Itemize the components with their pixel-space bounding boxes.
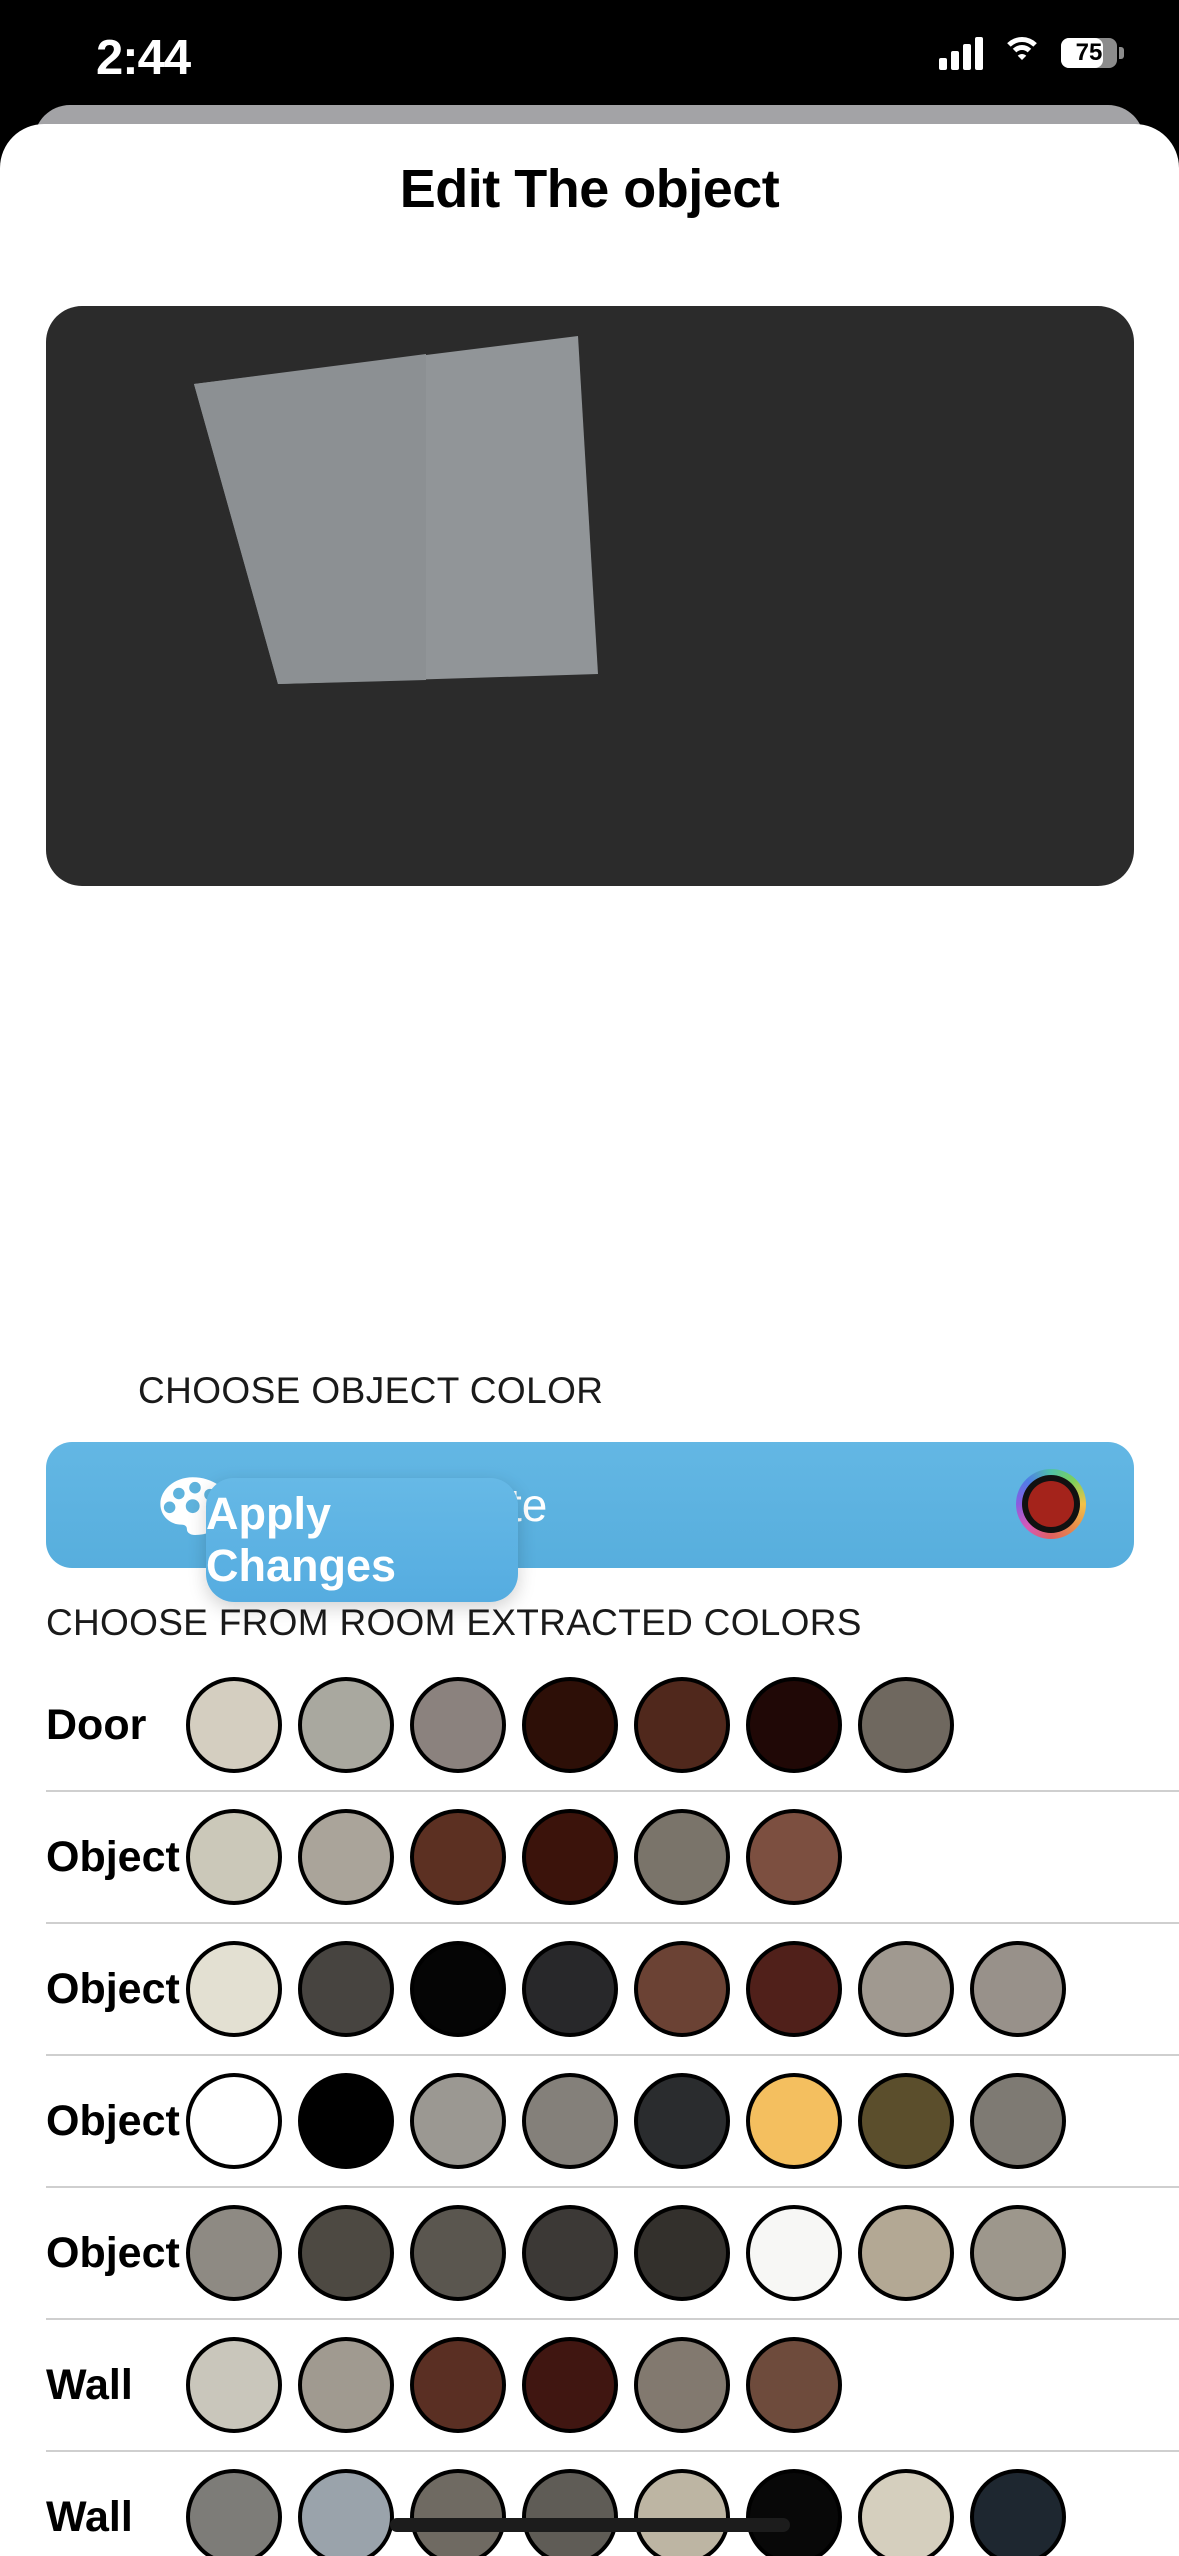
object-shape	[194, 336, 598, 684]
color-swatch[interactable]	[634, 2469, 730, 2556]
color-row-label: Wall	[46, 2492, 133, 2541]
color-swatch[interactable]	[410, 2469, 506, 2556]
color-swatch[interactable]	[522, 1809, 618, 1905]
selected-color-swatch	[1028, 1481, 1074, 1527]
color-swatch[interactable]	[410, 1941, 506, 2037]
status-bar-time: 2:44	[96, 31, 191, 85]
color-swatch[interactable]	[634, 2073, 730, 2169]
page-title: Edit The object	[399, 159, 780, 219]
color-swatch[interactable]	[186, 2205, 282, 2301]
color-swatch[interactable]	[298, 1677, 394, 1773]
color-swatch[interactable]	[634, 1677, 730, 1773]
color-swatch[interactable]	[858, 1941, 954, 2037]
home-indicator[interactable]	[390, 2518, 790, 2532]
color-swatch[interactable]	[746, 2073, 842, 2169]
status-bar: 2:44 75	[0, 0, 1179, 112]
color-swatch[interactable]	[298, 2337, 394, 2433]
color-swatch-list	[186, 1941, 1066, 2037]
color-row: Door	[46, 1660, 1179, 1792]
color-swatch[interactable]	[634, 1941, 730, 2037]
color-swatch-list	[186, 2073, 1066, 2169]
color-swatch[interactable]	[746, 2469, 842, 2556]
color-swatch[interactable]	[858, 2205, 954, 2301]
color-swatch[interactable]	[410, 2073, 506, 2169]
color-row: Object	[46, 1924, 1179, 2056]
battery-icon: 75	[1061, 38, 1124, 68]
color-wheel-ring	[1022, 1475, 1080, 1533]
color-swatch[interactable]	[410, 1809, 506, 1905]
color-swatch[interactable]	[186, 1941, 282, 2037]
color-swatch[interactable]	[970, 2073, 1066, 2169]
color-swatch[interactable]	[858, 2073, 954, 2169]
color-row-label: Object	[46, 1964, 180, 2013]
color-swatch-list	[186, 2469, 1066, 2556]
color-row-label: Wall	[46, 2360, 133, 2409]
color-row-label: Object	[46, 2228, 180, 2277]
color-swatch[interactable]	[298, 1809, 394, 1905]
extracted-color-rows: Door Object Object Object Object Wall Wall	[0, 1660, 1179, 2556]
choose-object-color-heading: CHOOSE OBJECT COLOR	[138, 1370, 604, 1411]
color-wheel-icon[interactable]	[1016, 1469, 1086, 1539]
color-swatch[interactable]	[522, 1941, 618, 2037]
color-swatch[interactable]	[522, 2337, 618, 2433]
wifi-icon	[1001, 37, 1043, 69]
color-swatch[interactable]	[746, 1809, 842, 1905]
color-swatch[interactable]	[522, 2469, 618, 2556]
color-swatch[interactable]	[746, 1677, 842, 1773]
status-bar-indicators: 75	[939, 36, 1124, 70]
color-row-label: Object	[46, 2096, 180, 2145]
color-swatch[interactable]	[858, 1677, 954, 1773]
apply-changes-button[interactable]: Apply Changes	[206, 1478, 518, 1602]
color-swatch[interactable]	[298, 1941, 394, 2037]
color-row-label: Door	[46, 1700, 147, 1749]
color-swatch[interactable]	[634, 1809, 730, 1905]
color-swatch[interactable]	[410, 2205, 506, 2301]
color-swatch[interactable]	[410, 1677, 506, 1773]
extracted-colors-heading: CHOOSE FROM ROOM EXTRACTED COLORS	[46, 1602, 862, 1643]
color-swatch[interactable]	[970, 2205, 1066, 2301]
color-swatch-list	[186, 1809, 842, 1905]
edit-object-sheet: Edit The object Scale Colors Textures _3…	[0, 124, 1179, 2556]
color-swatch[interactable]	[186, 1677, 282, 1773]
color-swatch-list	[186, 2337, 842, 2433]
color-swatch[interactable]	[186, 2337, 282, 2433]
color-swatch[interactable]	[186, 2469, 282, 2556]
color-swatch[interactable]	[746, 1941, 842, 2037]
color-swatch[interactable]	[746, 2337, 842, 2433]
color-swatch[interactable]	[970, 1941, 1066, 2037]
color-swatch[interactable]	[634, 2337, 730, 2433]
color-swatch[interactable]	[634, 2205, 730, 2301]
color-swatch[interactable]	[298, 2205, 394, 2301]
color-swatch[interactable]	[522, 2073, 618, 2169]
color-swatch-list	[186, 1677, 954, 1773]
color-row: Wall	[46, 2452, 1179, 2556]
color-swatch[interactable]	[186, 2073, 282, 2169]
color-swatch[interactable]	[522, 1677, 618, 1773]
color-swatch[interactable]	[186, 1809, 282, 1905]
color-swatch-list	[186, 2205, 1066, 2301]
color-row: Wall	[46, 2320, 1179, 2452]
color-swatch[interactable]	[970, 2469, 1066, 2556]
cellular-bars-icon	[939, 36, 983, 70]
battery-percent-label: 75	[1075, 39, 1103, 66]
color-swatch[interactable]	[522, 2205, 618, 2301]
color-row: Object	[46, 2056, 1179, 2188]
color-swatch[interactable]	[298, 2469, 394, 2556]
phone-screen: 2:44 75 Edit The object Scale Colors Tex…	[0, 0, 1179, 2556]
color-swatch[interactable]	[746, 2205, 842, 2301]
color-row: Object	[46, 2188, 1179, 2320]
color-swatch[interactable]	[410, 2337, 506, 2433]
color-swatch[interactable]	[298, 2073, 394, 2169]
color-row: Object	[46, 1792, 1179, 1924]
object-3d-preview[interactable]	[46, 306, 1134, 886]
color-row-label: Object	[46, 1832, 180, 1881]
color-swatch[interactable]	[858, 2469, 954, 2556]
